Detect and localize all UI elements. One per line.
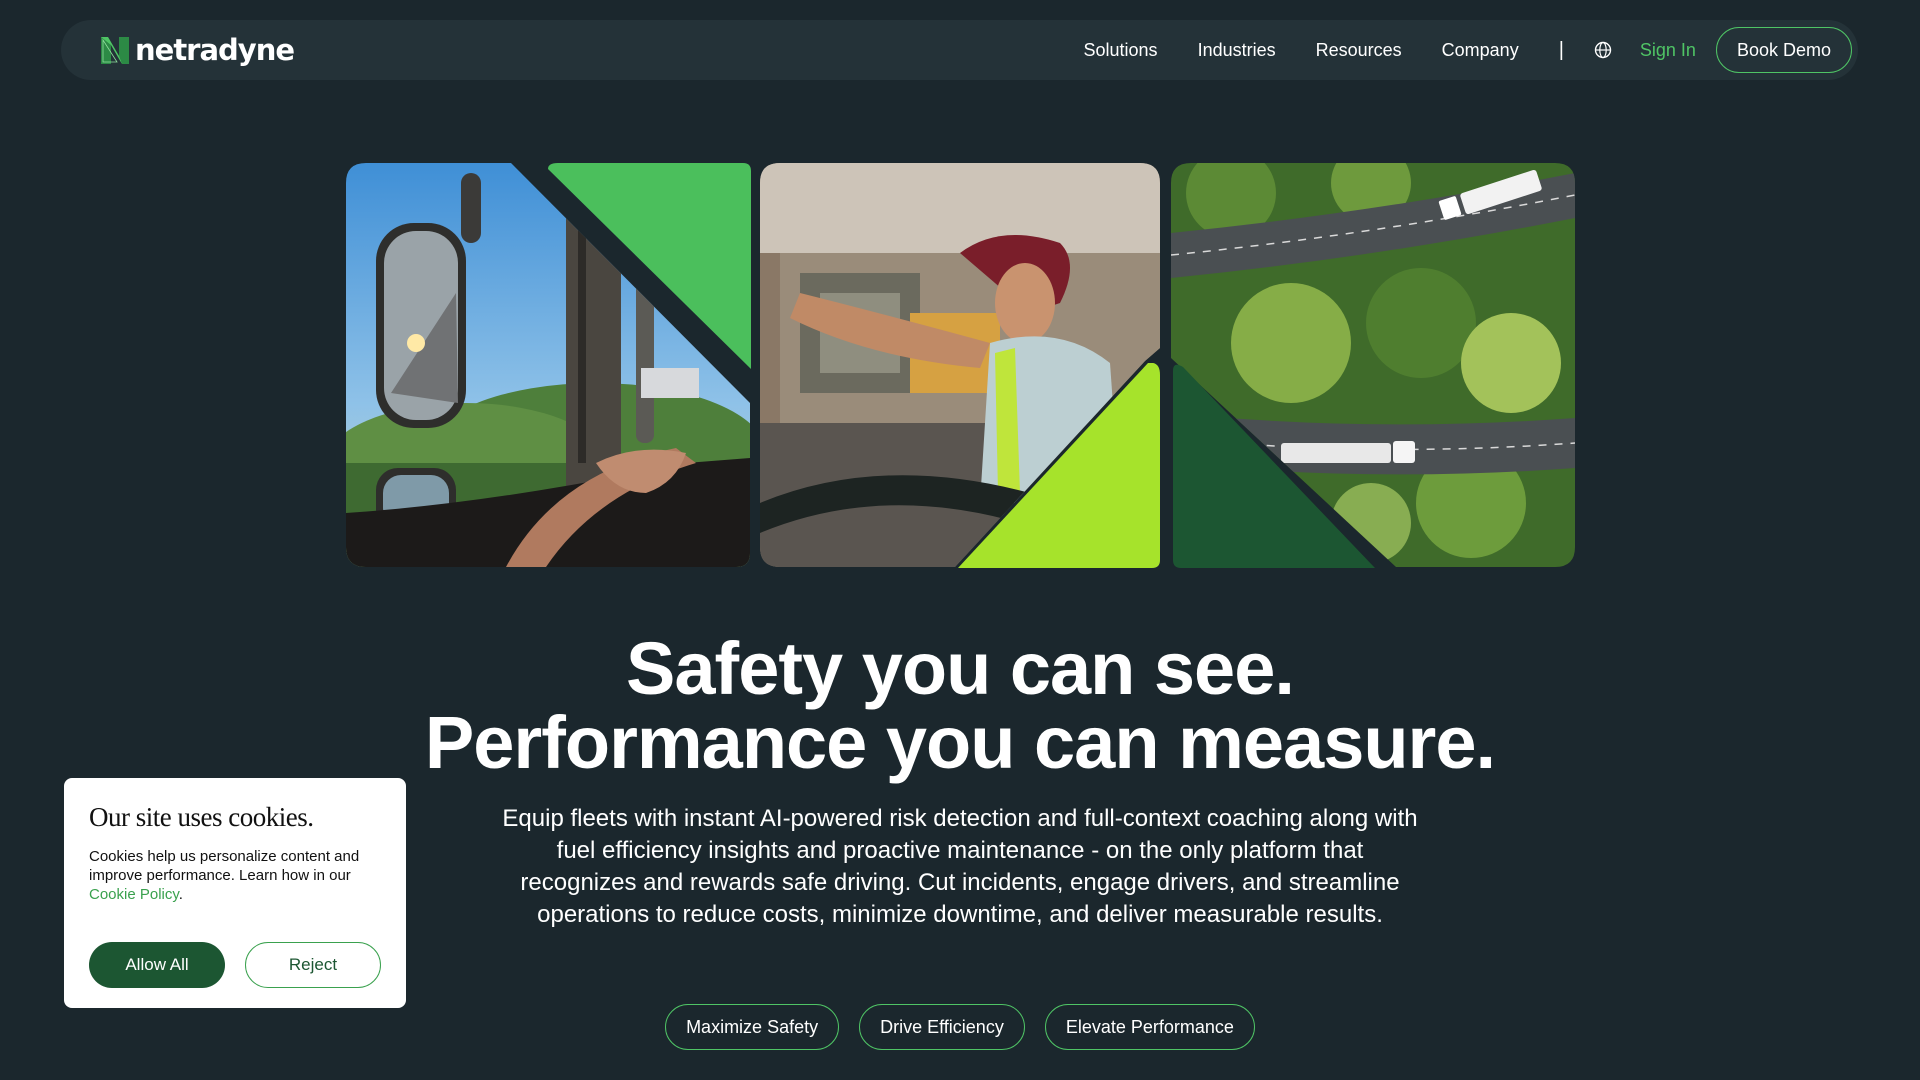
nav-menu: Solutions Industries Resources Company |… xyxy=(1084,27,1852,73)
green-triangle-1 xyxy=(548,163,751,369)
headline-line-2: Performance you can measure. xyxy=(424,701,1496,784)
hero-subtext: Equip fleets with instant AI-powered ris… xyxy=(502,805,1418,928)
cookie-banner: Our site uses cookies. Cookies help us p… xyxy=(64,778,406,1008)
netradyne-logo[interactable]: netradyne xyxy=(99,33,295,67)
cookie-body-text: Cookies help us personalize content and … xyxy=(89,848,360,884)
nav-company[interactable]: Company xyxy=(1442,40,1519,61)
book-demo-button[interactable]: Book Demo xyxy=(1715,27,1852,73)
cookie-policy-link[interactable]: Cookie Policy xyxy=(89,886,179,903)
cookie-body-period: . xyxy=(178,886,183,903)
cookie-actions: Allow All Reject xyxy=(89,942,381,988)
headline-line-1: Safety you can see. xyxy=(626,627,1295,710)
logo-wordmark: netradyne xyxy=(135,33,295,67)
lime-triangle xyxy=(958,363,1160,568)
maximize-safety-button[interactable]: Maximize Safety xyxy=(665,1004,840,1050)
nav-resources[interactable]: Resources xyxy=(1316,40,1402,61)
sign-in-link[interactable]: Sign In xyxy=(1640,40,1696,61)
top-nav: netradyne Solutions Industries Resources… xyxy=(61,20,1858,80)
allow-all-button[interactable]: Allow All xyxy=(89,942,225,988)
nav-solutions[interactable]: Solutions xyxy=(1084,40,1158,61)
cookie-body: Cookies help us personalize content and … xyxy=(89,847,381,904)
reject-button[interactable]: Reject xyxy=(245,942,381,988)
nav-separator: | xyxy=(1558,38,1564,61)
globe-icon[interactable] xyxy=(1594,41,1612,59)
netradyne-logo-icon xyxy=(101,37,129,64)
hero-headline: Safety you can see. Performance you can … xyxy=(0,632,1920,780)
drive-efficiency-button[interactable]: Drive Efficiency xyxy=(859,1004,1025,1050)
hero-pill-buttons: Maximize Safety Drive Efficiency Elevate… xyxy=(0,1004,1920,1050)
elevate-performance-button[interactable]: Elevate Performance xyxy=(1044,1004,1255,1050)
nav-industries[interactable]: Industries xyxy=(1198,40,1276,61)
dark-green-triangle xyxy=(1173,364,1375,568)
cookie-title: Our site uses cookies. xyxy=(89,802,314,832)
